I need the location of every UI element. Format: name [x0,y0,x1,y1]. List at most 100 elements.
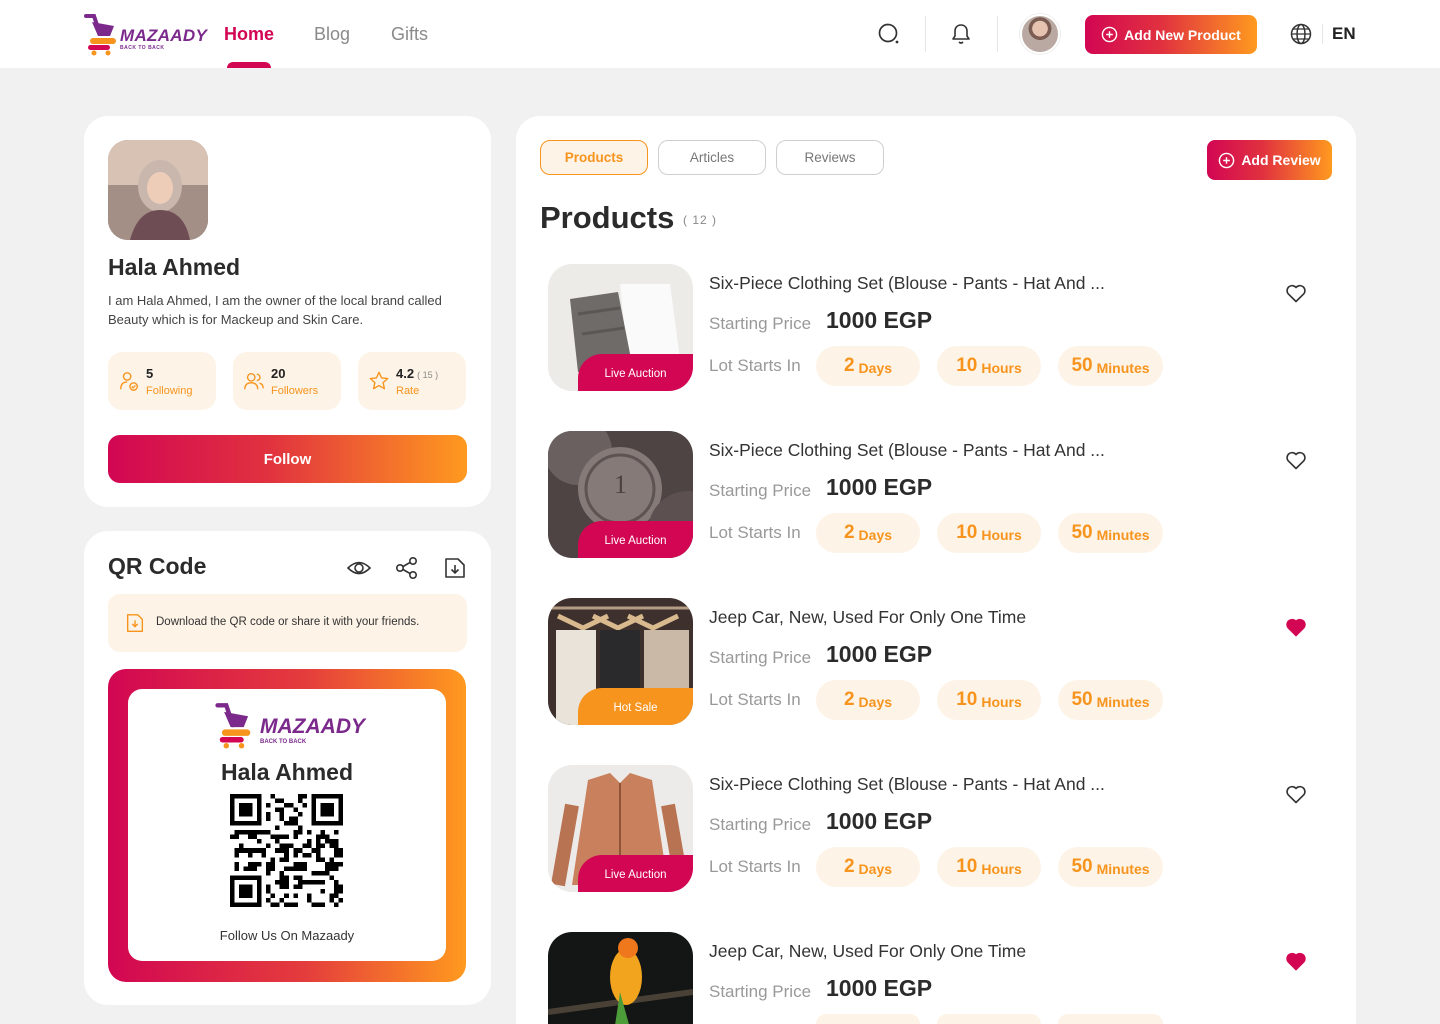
lot-starts-label: Lot Starts In [709,356,801,375]
plus-circle-icon [1101,26,1118,43]
language-selector[interactable]: EN [1332,24,1356,44]
starting-price-label: Starting Price [709,481,812,500]
countdown-pill [816,1014,920,1024]
countdown-pill [937,1014,1041,1024]
countdown-unit: Hours [981,360,1022,376]
lot-starts-label: Lot Starts In [709,857,801,876]
profile-name: Hala Ahmed [108,254,241,280]
product-title[interactable]: Six-Piece Clothing Set (Blouse - Pants -… [709,774,1105,795]
countdown-unit: Hours [981,861,1022,877]
products-heading: Products [540,200,675,235]
product-image[interactable]: 1 Live Auction [548,431,693,558]
top-bar: MAZAADY BACK TO BACK Home Blog Gifts Add… [0,0,1440,68]
heart-filled-icon[interactable] [1284,949,1308,973]
product-image[interactable] [548,932,693,1024]
countdown-value: 10 [956,522,978,543]
heart-filled-icon[interactable] [1284,615,1308,639]
product-card[interactable]: Live Auction Six-Piece Clothing Set (Blou… [548,264,1328,392]
product-price: 1000 EGP [826,307,933,333]
profile-card: Hala Ahmed I am Hala Ahmed, I am the own… [84,116,491,507]
countdown-value: 50 [1071,689,1093,710]
countdown-unit: Days [858,360,893,376]
product-image[interactable]: Live Auction [548,264,693,391]
tab-products[interactable]: Products [540,140,648,175]
countdown-unit: Hours [981,527,1022,543]
product-price: 1000 EGP [826,975,933,1001]
countdown-value: 2 [843,856,855,877]
product-title[interactable]: Six-Piece Clothing Set (Blouse - Pants -… [709,440,1105,461]
stat-followers[interactable]: 20 Followers [233,352,341,410]
product-card[interactable]: Live Auction Six-Piece Clothing Set (Blou… [548,765,1328,893]
tab-reviews[interactable]: Reviews [776,140,884,175]
active-nav-indicator [227,62,271,68]
users-icon [244,372,264,390]
mazaady-logo: MAZAADY BACK TO BACK [210,701,370,749]
countdown-pill: 10 Hours [937,346,1041,386]
countdown-unit: Minutes [1096,527,1150,543]
starting-price-label: Starting Price [709,314,812,333]
share-icon[interactable] [394,555,420,581]
countdown-unit: Days [858,861,893,877]
product-card[interactable]: Hot Sale Jeep Car, New, Used For Only One… [548,598,1328,726]
countdown-value: 50 [1071,522,1093,543]
stat-rate[interactable]: 4.2( 15 ) Rate [358,352,466,410]
user-avatar[interactable] [1020,14,1060,54]
tab-articles[interactable]: Articles [658,140,766,175]
add-review-button[interactable]: Add Review [1207,140,1332,180]
search-icon[interactable] [877,22,901,46]
product-badge: Live Auction [578,521,693,558]
countdown-unit: Minutes [1096,694,1150,710]
mazaady-logo[interactable]: MAZAADY BACK TO BACK [84,12,207,56]
product-image[interactable]: Hot Sale [548,598,693,725]
plus-circle-icon [1219,152,1235,168]
countdown-pill: 10 Hours [937,680,1041,720]
qr-hint-text: Download the QR code or share it with yo… [156,616,420,628]
qr-code-title: QR Code [108,553,207,579]
countdown-value: 10 [956,355,978,376]
qr-hint: Download the QR code or share it with yo… [108,594,467,652]
product-price: 1000 EGP [826,808,933,834]
download-file-icon [126,614,144,632]
qr-code-card: QR Code Download the QR code or share it… [84,531,491,1005]
starting-price-label: Starting Price [709,982,812,1001]
heart-icon[interactable] [1284,782,1308,806]
stat-following[interactable]: 5 Following [108,352,216,410]
product-badge: Hot Sale [578,688,693,725]
countdown-value: 2 [843,355,855,376]
countdown-pill: 50 Minutes [1058,847,1163,887]
product-badge: Live Auction [578,855,693,892]
qr-code-frame: MAZAADY BACK TO BACK Hala Ahmed Follow U… [108,669,466,982]
product-image[interactable]: Live Auction [548,765,693,892]
products-count: ( 12 ) [683,213,718,227]
nav-home[interactable]: Home [224,24,274,45]
countdown-unit: Days [858,527,893,543]
download-icon[interactable] [442,555,468,581]
product-card[interactable]: Jeep Car, New, Used For Only One Time Sta… [548,932,1328,1024]
nav-gifts[interactable]: Gifts [391,24,428,45]
eye-icon[interactable] [346,555,372,581]
product-card[interactable]: 1 Live Auction Six-Piece Clothing Set (Blo… [548,431,1328,559]
following-label: Following [146,385,193,397]
bell-icon[interactable] [949,22,973,46]
cart-logo-icon [84,14,116,56]
product-title[interactable]: Jeep Car, New, Used For Only One Time [709,607,1026,628]
nav-blog[interactable]: Blog [314,24,350,45]
logo-wordmark: MAZAADY [260,715,365,738]
follow-button[interactable]: Follow [108,435,467,483]
lot-starts-label: Lot Starts In [709,690,801,709]
countdown-value: 2 [843,522,855,543]
globe-icon[interactable] [1289,22,1313,46]
product-title[interactable]: Six-Piece Clothing Set (Blouse - Pants -… [709,273,1105,294]
heart-icon[interactable] [1284,281,1308,305]
product-title[interactable]: Jeep Car, New, Used For Only One Time [709,941,1026,962]
heart-icon[interactable] [1284,448,1308,472]
countdown-value: 10 [956,856,978,877]
countdown-pill [1058,1014,1163,1024]
profile-photo [108,140,208,240]
add-new-product-label: Add New Product [1124,26,1241,43]
starting-price-label: Starting Price [709,648,812,667]
countdown-unit: Minutes [1096,861,1150,877]
add-new-product-button[interactable]: Add New Product [1085,15,1257,54]
countdown-pill: 50 Minutes [1058,513,1163,553]
user-check-icon [120,372,138,391]
